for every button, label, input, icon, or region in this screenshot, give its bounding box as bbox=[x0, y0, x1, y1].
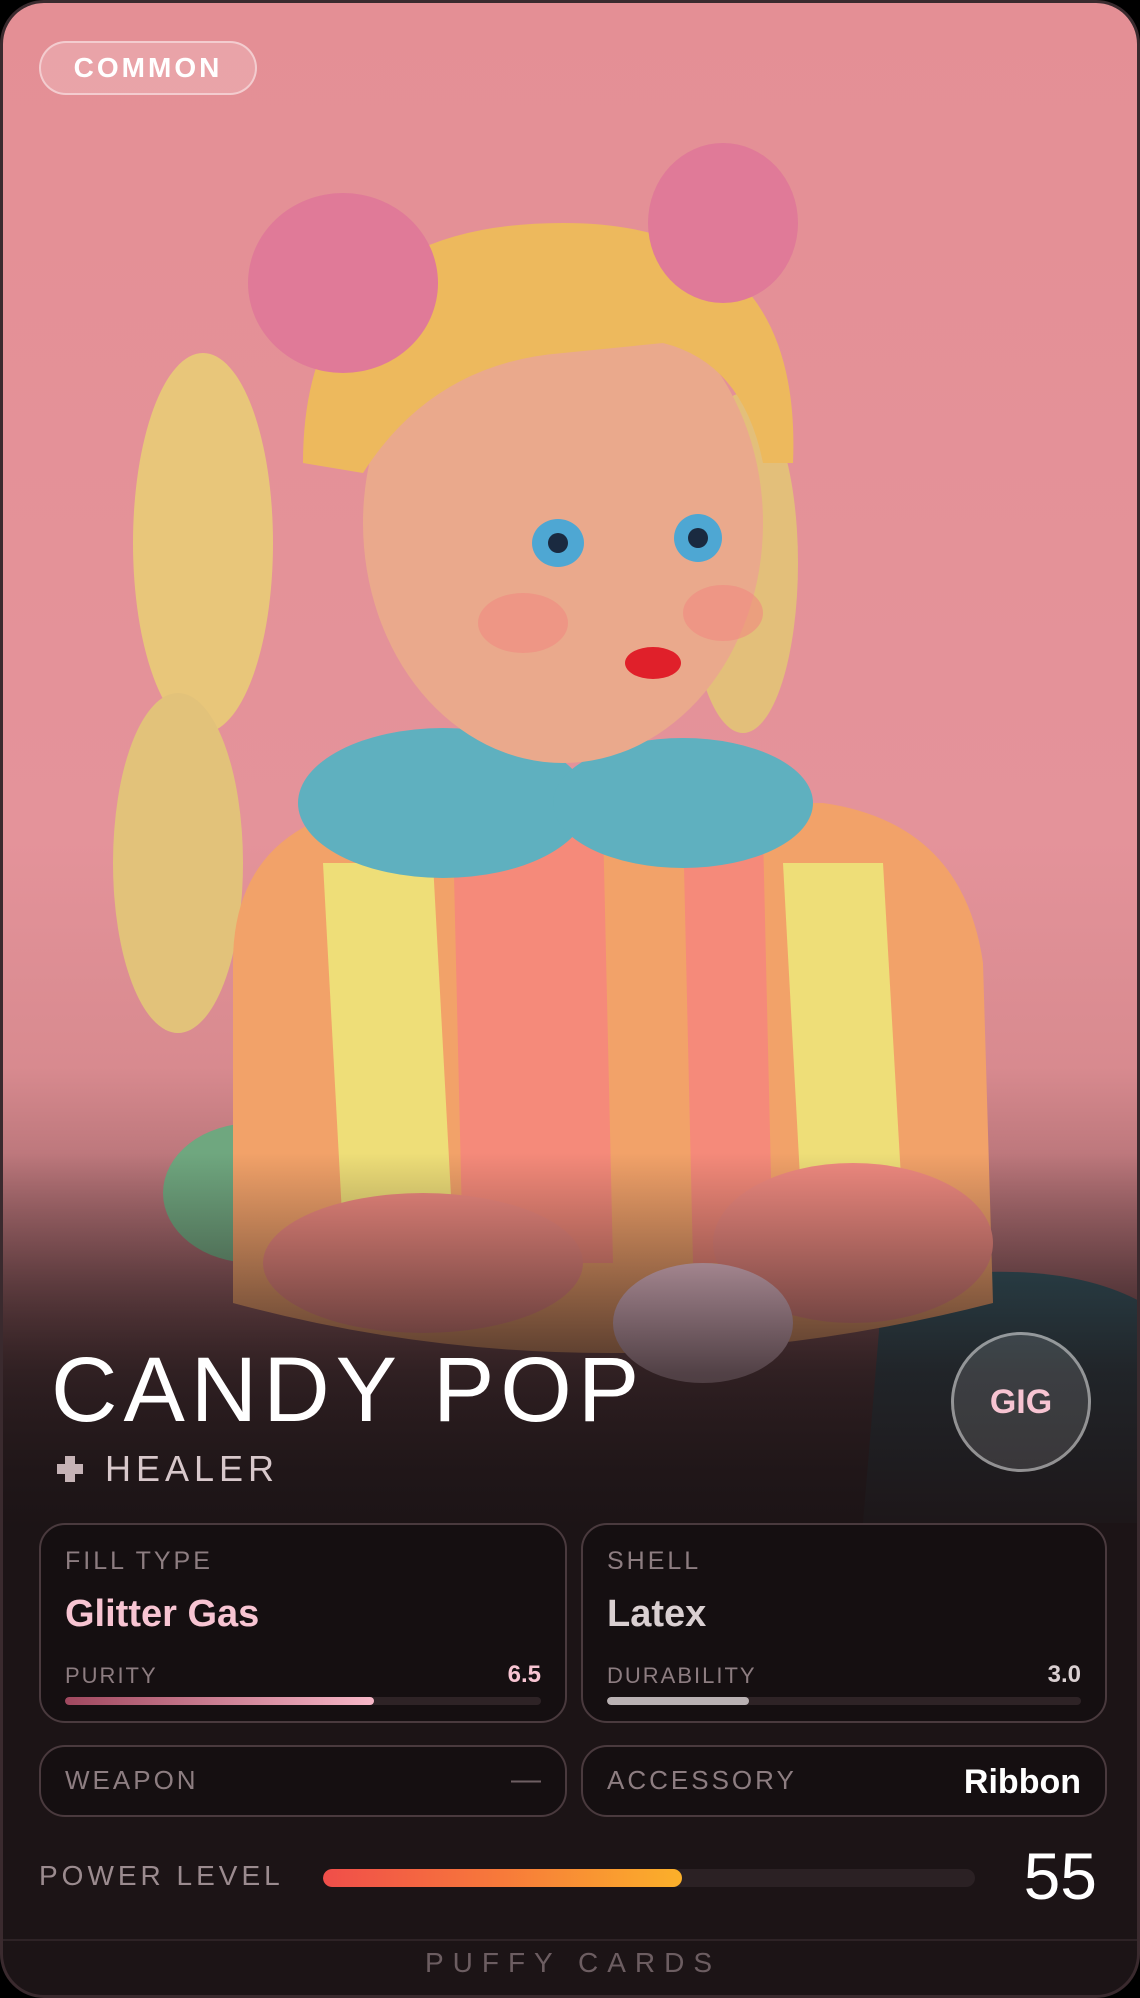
character-name: CANDY POP bbox=[51, 1339, 646, 1441]
shell-value: Latex bbox=[607, 1593, 707, 1635]
durability-label: DURABILITY bbox=[607, 1663, 757, 1688]
purity-bar-fill bbox=[65, 1697, 375, 1705]
purity-bar-track bbox=[65, 1697, 541, 1705]
character-card: COMMON CANDY POP HEALER GIG FILL TYPE Gl… bbox=[0, 0, 1140, 1998]
power-level-bar-track bbox=[323, 1869, 975, 1887]
gig-button[interactable]: GIG bbox=[951, 1332, 1091, 1472]
weapon-slot[interactable]: WEAPON — bbox=[39, 1745, 567, 1817]
character-role: HEALER bbox=[55, 1448, 279, 1490]
plus-icon bbox=[55, 1454, 85, 1484]
shell-label: SHELL bbox=[607, 1547, 702, 1575]
purity-label: PURITY bbox=[65, 1663, 158, 1688]
footer-divider bbox=[3, 1939, 1137, 1941]
durability-bar-fill bbox=[607, 1697, 750, 1705]
rarity-badge: COMMON bbox=[39, 41, 257, 95]
power-level-bar-fill bbox=[323, 1869, 682, 1887]
weapon-label: WEAPON bbox=[65, 1765, 199, 1795]
purity-value: 6.5 bbox=[507, 1661, 541, 1688]
fill-type-value: Glitter Gas bbox=[65, 1593, 260, 1635]
accessory-value: Ribbon bbox=[963, 1763, 1081, 1801]
fill-type-panel: FILL TYPE Glitter Gas PURITY 6.5 bbox=[39, 1523, 567, 1723]
role-label: HEALER bbox=[105, 1448, 280, 1489]
accessory-label: ACCESSORY bbox=[607, 1765, 797, 1795]
shell-panel: SHELL Latex DURABILITY 3.0 bbox=[581, 1523, 1107, 1723]
fill-type-label: FILL TYPE bbox=[65, 1547, 213, 1575]
durability-bar-track bbox=[607, 1697, 1081, 1705]
power-level-label: POWER LEVEL bbox=[39, 1860, 284, 1891]
weapon-value: — bbox=[511, 1763, 541, 1796]
durability-value: 3.0 bbox=[1047, 1661, 1081, 1688]
footer-brand: PUFFY CARDS bbox=[424, 1947, 722, 1978]
accessory-slot[interactable]: ACCESSORY Ribbon bbox=[581, 1745, 1107, 1817]
power-level-value: 55 bbox=[1023, 1839, 1097, 1913]
